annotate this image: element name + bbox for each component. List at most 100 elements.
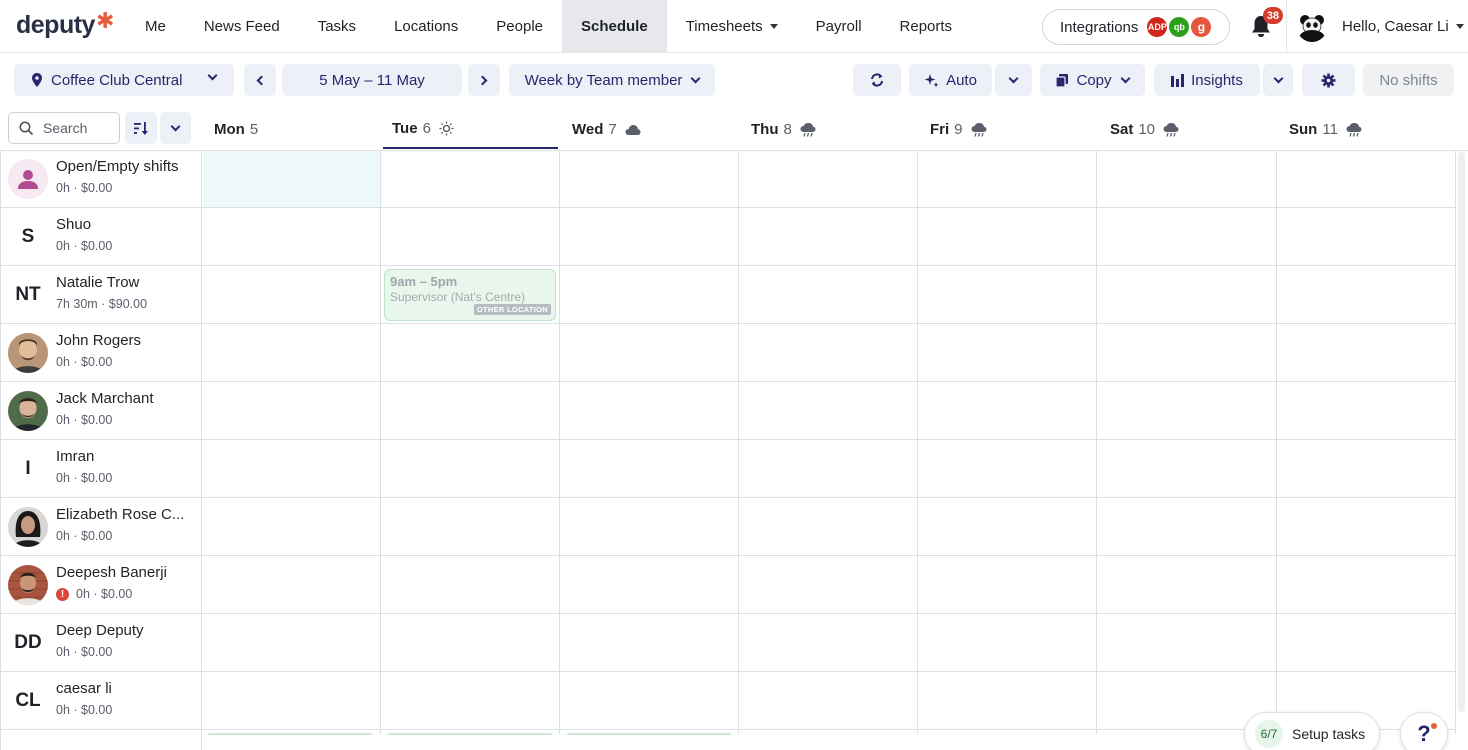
location-pin-icon [32, 73, 42, 87]
warning-icon[interactable]: ! [56, 587, 69, 601]
main-nav: Me News Feed Tasks Locations People Sche… [126, 0, 971, 53]
view-selector[interactable]: Week by Team member [509, 64, 715, 96]
employee-name: Elizabeth Rose C... [56, 506, 185, 523]
employee-cell[interactable]: Open/Empty shifts 0h · $0.00 [0, 150, 202, 208]
employee-name: caesar li [56, 680, 112, 697]
employee-cell[interactable]: John Rogers 0h · $0.00 [0, 324, 202, 382]
day-name: Tue [392, 120, 418, 137]
nav-item-me[interactable]: Me [126, 0, 185, 53]
day-name: Wed [572, 121, 604, 138]
shift-role: Supervisor (Nat's Centre) [390, 290, 525, 304]
integrations-button[interactable]: Integrations ADP qb g [1042, 9, 1230, 45]
table-row: Jack Marchant 0h · $0.00 [0, 382, 1456, 440]
employee-cell[interactable]: CL caesar li 0h · $0.00 [0, 672, 202, 730]
table-row: Deepesh Banerji ! 0h · $0.00 [0, 556, 1456, 614]
rain-cloud-icon [971, 122, 987, 137]
nav-item-people[interactable]: People [477, 0, 562, 53]
partial-shift-card[interactable] [567, 733, 731, 735]
day-header-thu[interactable]: Thu 8 [751, 110, 816, 149]
sort-button[interactable] [125, 112, 157, 144]
notification-count-badge: 38 [1263, 7, 1283, 24]
avatar: CL [15, 690, 41, 711]
john-rogers-photo-icon [8, 333, 48, 373]
day-header-fri[interactable]: Fri 9 [930, 110, 987, 149]
partial-shift-card[interactable] [388, 733, 552, 735]
nav-item-tasks[interactable]: Tasks [299, 0, 375, 53]
day-name: Sun [1289, 121, 1318, 138]
partial-shift-card[interactable] [208, 733, 372, 735]
day-name: Sat [1110, 121, 1134, 138]
table-row: I Imran 0h · $0.00 [0, 440, 1456, 498]
employee-hours-cost: 7h 30m · $90.00 [56, 297, 148, 311]
day-header-mon[interactable]: Mon 5 [214, 110, 258, 149]
search-input[interactable]: Search [8, 112, 120, 144]
previous-week-button[interactable] [244, 64, 276, 96]
setup-tasks-label: Setup tasks [1292, 726, 1366, 742]
rain-cloud-icon [1346, 122, 1362, 137]
location-selector[interactable]: Coffee Club Central [14, 64, 234, 96]
vertical-scrollbar[interactable] [1458, 152, 1465, 712]
day-number: 10 [1138, 121, 1156, 138]
setup-tasks-button[interactable]: 6/7 Setup tasks [1244, 712, 1380, 750]
nav-item-schedule[interactable]: Schedule [562, 0, 667, 53]
table-row: CL caesar li 0h · $0.00 [0, 672, 1456, 730]
avatar: NT [15, 284, 41, 305]
search-icon [19, 121, 34, 136]
employee-cell[interactable]: NT Natalie Trow 7h 30m · $90.00 [0, 266, 202, 324]
insights-label: Insights [1191, 71, 1243, 89]
auto-schedule-button[interactable]: Auto [909, 64, 992, 96]
insights-button[interactable]: Insights [1154, 64, 1260, 96]
avatar: S [21, 226, 35, 247]
publish-no-shifts-button[interactable]: No shifts [1363, 64, 1454, 96]
user-menu[interactable]: Hello, Caesar Li [1342, 18, 1464, 35]
deputy-logo[interactable]: deputy ✱ [16, 8, 114, 40]
refresh-button[interactable] [853, 64, 901, 96]
day-header-sun[interactable]: Sun 11 [1289, 110, 1362, 149]
sort-icon [134, 121, 148, 135]
employee-cell[interactable]: DD Deep Deputy 0h · $0.00 [0, 614, 202, 672]
nav-item-locations[interactable]: Locations [375, 0, 477, 53]
date-range-label: 5 May – 11 May [319, 71, 425, 89]
gusto-icon: g [1191, 17, 1212, 37]
employee-cell[interactable]: S Shuo 0h · $0.00 [0, 208, 202, 266]
sun-icon [439, 121, 454, 136]
help-button[interactable]: ? [1400, 712, 1448, 750]
nav-item-reports[interactable]: Reports [881, 0, 972, 53]
settings-button[interactable] [1302, 64, 1355, 96]
nav-item-payroll[interactable]: Payroll [797, 0, 881, 53]
day-header-sat[interactable]: Sat 10 [1110, 110, 1179, 149]
next-week-button[interactable] [468, 64, 500, 96]
auto-options-button[interactable] [995, 64, 1032, 96]
employee-cell[interactable]: Elizabeth Rose C... 0h · $0.00 [0, 498, 202, 556]
other-location-badge: OTHER LOCATION [473, 304, 551, 315]
chevron-down-icon [690, 73, 701, 83]
employee-cell[interactable]: Deepesh Banerji ! 0h · $0.00 [0, 556, 202, 614]
employee-name: Jack Marchant [56, 390, 154, 407]
day-header-tue[interactable]: Tue 6 [383, 110, 558, 149]
chevron-left-icon [256, 75, 267, 85]
sort-options-button[interactable] [160, 112, 191, 144]
integrations-label: Integrations [1060, 18, 1139, 36]
nav-item-timesheets[interactable]: Timesheets [667, 0, 797, 53]
employee-cell[interactable]: Jack Marchant 0h · $0.00 [0, 382, 202, 440]
employee-name: Deepesh Banerji [56, 564, 167, 581]
integration-badges: ADP qb g [1147, 17, 1213, 37]
user-greeting: Hello, Caesar Li [1342, 18, 1449, 35]
table-row: NT Natalie Trow 7h 30m · $90.00 [0, 266, 1456, 324]
panda-avatar-icon [1299, 15, 1325, 42]
user-avatar[interactable] [1297, 12, 1327, 42]
date-range-picker[interactable]: 5 May – 11 May [282, 64, 462, 96]
day-number: 11 [1322, 121, 1338, 138]
employee-cell[interactable]: I Imran 0h · $0.00 [0, 440, 202, 498]
caret-down-icon [1455, 24, 1464, 29]
insights-options-button[interactable] [1263, 64, 1293, 96]
gear-icon [1321, 73, 1336, 87]
day-header-wed[interactable]: Wed 7 [572, 110, 641, 149]
copy-button[interactable]: Copy [1040, 64, 1145, 96]
shift-card[interactable]: 9am – 5pm Supervisor (Nat's Centre) OTHE… [384, 269, 556, 321]
avatar [8, 159, 48, 199]
nav-item-news-feed[interactable]: News Feed [185, 0, 299, 53]
person-icon [18, 170, 38, 189]
help-notification-dot [1431, 723, 1437, 729]
quickbooks-icon: qb [1169, 17, 1190, 37]
